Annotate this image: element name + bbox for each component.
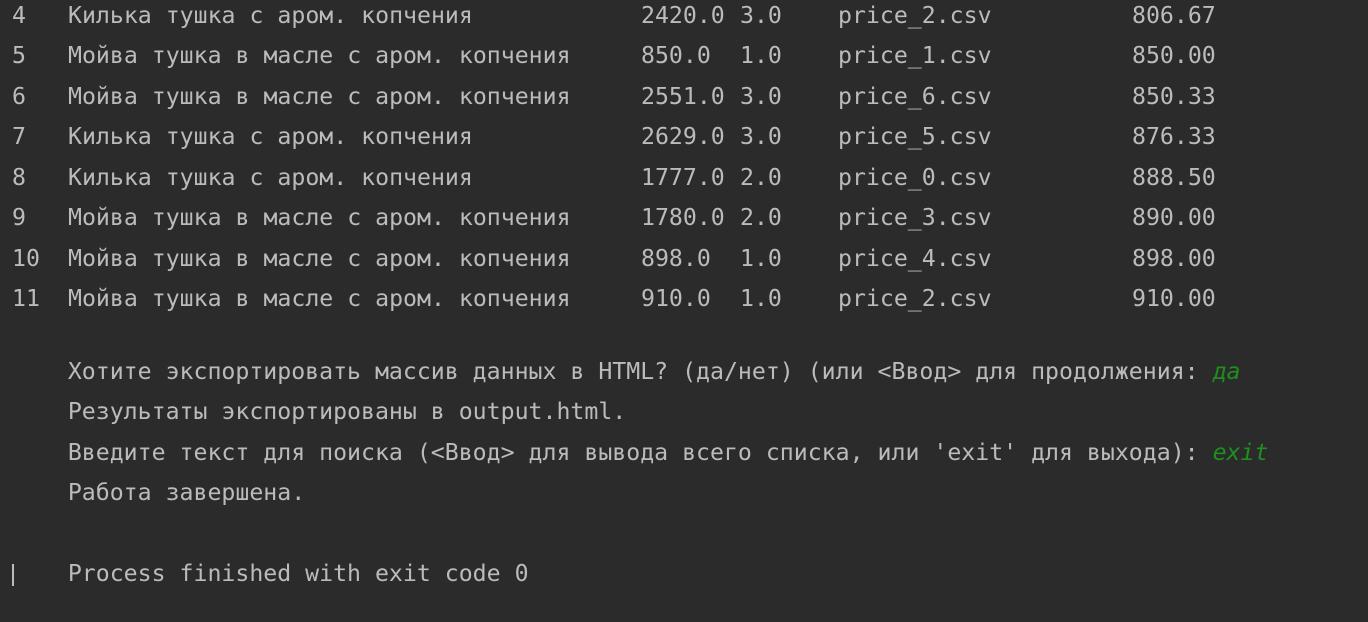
row-source-file: price_2.csv [838,2,992,29]
row-source-file: price_1.csv [838,42,992,69]
row-index: 8 [12,164,26,191]
search-prompt-line: Введите текст для поиска (<Ввод> для выв… [12,405,1269,466]
row-quantity: 2.0 [740,164,782,191]
row-price: 2629.0 [641,123,725,150]
row-product-name: Килька тушка с аром. копчения [68,123,473,150]
row-source-file: price_3.csv [838,204,992,231]
table-row: 4 Килька тушка с аром. копчения 2420.0 3… [12,0,1216,40]
table-row: 7 Килька тушка с аром. копчения 2629.0 3… [12,121,1216,161]
row-price: 2551.0 [641,83,725,110]
row-quantity: 3.0 [740,2,782,29]
row-unit-price: 806.67 [1132,2,1216,29]
table-row: 6 Мойва тушка в масле с аром. копчения 2… [12,81,1216,121]
run-console-output[interactable]: 4 Килька тушка с аром. копчения 2420.0 3… [12,0,1362,587]
row-price: 898.0 [641,245,711,272]
table-row: 8 Килька тушка с аром. копчения 1777.0 2… [12,162,1216,202]
row-product-name: Мойва тушка в масле с аром. копчения [68,204,571,231]
row-quantity: 1.0 [740,285,782,312]
row-source-file: price_4.csv [838,245,992,272]
row-index: 9 [12,204,26,231]
row-index: 7 [12,123,26,150]
row-product-name: Мойва тушка в масле с аром. копчения [68,83,571,110]
row-quantity: 1.0 [740,42,782,69]
row-index: 11 [12,285,40,312]
row-index: 6 [12,83,26,110]
export-result-line: Результаты экспортированы в output.html. [12,364,626,425]
row-unit-price: 850.00 [1132,42,1216,69]
work-done-text: Работа завершена. [67,479,306,506]
row-product-name: Мойва тушка в масле с аром. копчения [68,285,571,312]
row-product-name: Килька тушка с аром. копчения [68,164,473,191]
row-index: 5 [12,42,26,69]
row-unit-price: 890.00 [1132,204,1216,231]
row-source-file: price_5.csv [838,123,992,150]
row-source-file: price_2.csv [838,285,992,312]
table-row: 10 Мойва тушка в масле с аром. копчения … [12,243,1216,283]
row-price: 1780.0 [641,204,725,231]
search-user-input: exit [1212,439,1269,466]
export-prompt-line: Хотите экспортировать массив данных в HT… [12,324,1241,385]
work-done-line: Работа завершена. [12,445,305,506]
row-index: 4 [12,2,26,29]
row-source-file: price_0.csv [838,164,992,191]
table-row: 11 Мойва тушка в масле с аром. копчения … [12,283,1216,323]
row-unit-price: 888.50 [1132,164,1216,191]
row-price: 2420.0 [641,2,725,29]
row-index: 10 [12,245,40,272]
row-quantity: 3.0 [740,83,782,110]
row-price: 850.0 [641,42,711,69]
process-finished-line: Process finished with exit code 0 [12,526,529,587]
row-price: 1777.0 [641,164,725,191]
row-unit-price: 876.33 [1132,123,1216,150]
row-unit-price: 910.00 [1132,285,1216,312]
row-quantity: 1.0 [740,245,782,272]
row-product-name: Мойва тушка в масле с аром. копчения [68,42,571,69]
table-row: 5 Мойва тушка в масле с аром. копчения 8… [12,40,1216,80]
table-row: 9 Мойва тушка в масле с аром. копчения 1… [12,202,1216,242]
row-unit-price: 850.33 [1132,83,1216,110]
row-product-name: Мойва тушка в масле с аром. копчения [68,245,571,272]
text-cursor [12,564,14,586]
row-unit-price: 898.00 [1132,245,1216,272]
row-source-file: price_6.csv [838,83,992,110]
row-product-name: Килька тушка с аром. копчения [68,2,473,29]
export-user-input: да [1212,358,1241,385]
row-quantity: 3.0 [740,123,782,150]
process-finished-text: Process finished with exit code 0 [67,560,529,587]
row-price: 910.0 [641,285,711,312]
row-quantity: 2.0 [740,204,782,231]
